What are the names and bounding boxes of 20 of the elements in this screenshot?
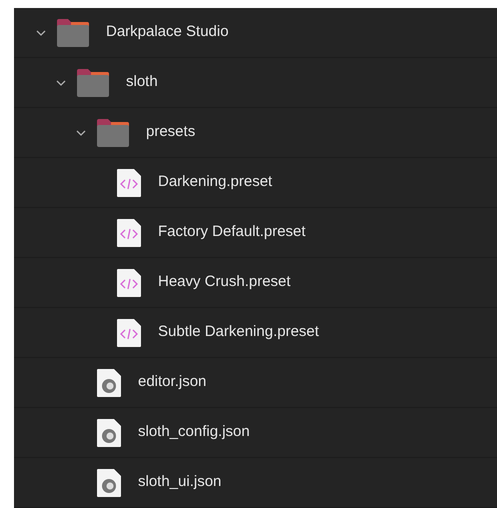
file-name: Darkpalace Studio <box>106 22 229 42</box>
file-name: Subtle Darkening.preset <box>158 322 319 342</box>
file-name: editor.json <box>138 372 206 392</box>
file-name: sloth_ui.json <box>138 472 222 492</box>
folder-icon <box>96 118 130 148</box>
code-file-icon <box>116 218 142 248</box>
file-name: presets <box>146 122 196 142</box>
file-name: sloth_config.json <box>138 422 250 442</box>
generic-file-icon <box>96 368 122 398</box>
generic-file-icon <box>96 418 122 448</box>
generic-file-icon <box>96 468 122 498</box>
code-file-icon <box>116 318 142 348</box>
folder-icon <box>56 18 90 48</box>
code-file-icon <box>116 168 142 198</box>
code-file-icon <box>116 268 142 298</box>
folder-icon <box>76 68 110 98</box>
file-name: Darkening.preset <box>158 172 272 192</box>
file-name: Factory Default.preset <box>158 222 306 242</box>
file-name: Heavy Crush.preset <box>158 272 291 292</box>
file-name: sloth <box>126 72 158 92</box>
